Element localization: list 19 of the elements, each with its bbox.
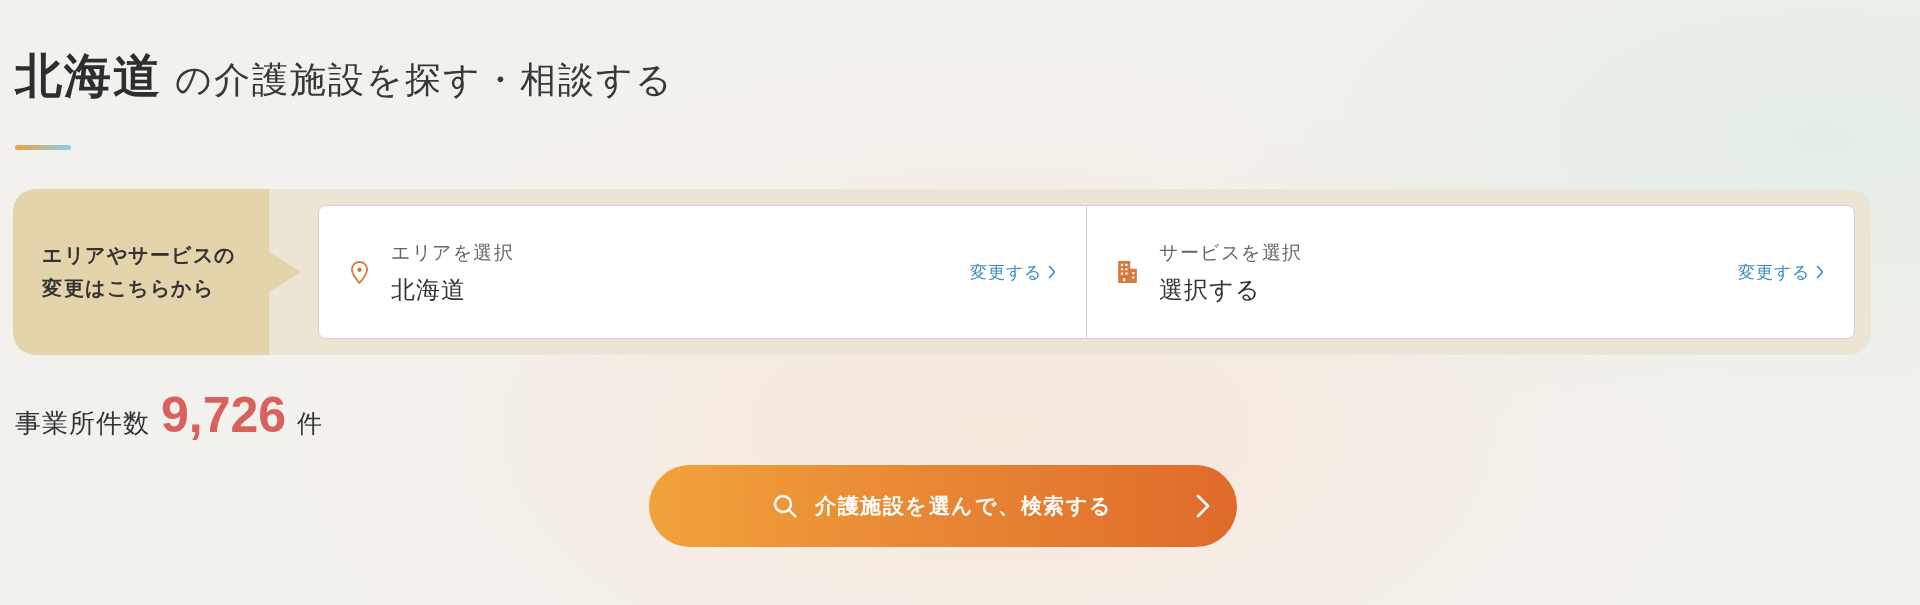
change-link[interactable]: 変更する: [1738, 260, 1824, 284]
building-icon: [1118, 261, 1137, 283]
count-unit: 件: [297, 408, 323, 440]
field-label: サービスを選択: [1159, 239, 1303, 265]
field-label: エリアを選択: [391, 239, 514, 265]
chevron-icon: [1816, 265, 1824, 279]
count-value: 9,726: [161, 386, 287, 445]
search-icon: [773, 494, 798, 518]
location-pin-icon: [350, 260, 369, 284]
page-title: 北海道 の介護施設を探す・相談する: [13, 47, 675, 105]
search-button[interactable]: 介護施設を選んで、検索する: [649, 465, 1237, 547]
field-value: 北海道: [391, 274, 466, 306]
count-label: 事業所件数: [15, 407, 150, 440]
field-value: 選択する: [1159, 274, 1261, 306]
chevron-icon: [1196, 494, 1210, 518]
panel-prompt: エリアやサービスの変更はこちらから: [13, 189, 301, 355]
change-link[interactable]: 変更する: [970, 260, 1056, 284]
chevron-icon: [1048, 265, 1056, 279]
accent-bar: [15, 145, 71, 150]
